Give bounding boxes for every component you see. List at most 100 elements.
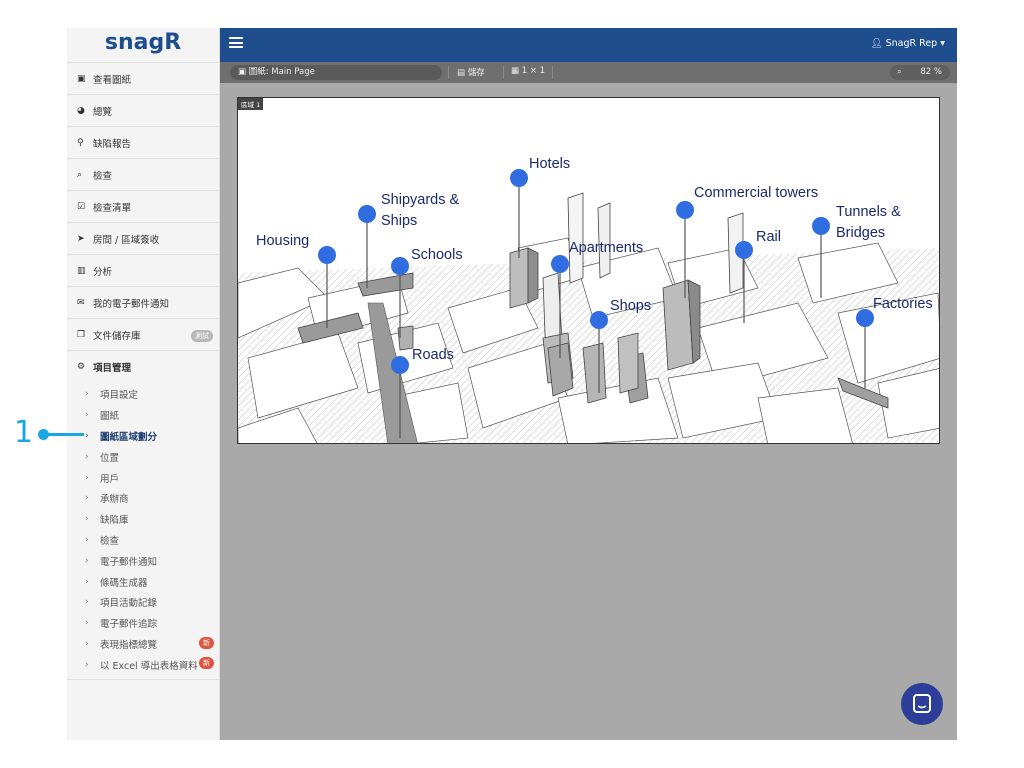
chevron-right-icon: ›	[85, 514, 89, 525]
sidebar-item-label: 查看圖紙	[93, 74, 132, 86]
submenu-item-9[interactable]: › 條碼生成器	[67, 571, 219, 592]
sidebar-item-label: 我的電子郵件通知	[93, 298, 170, 310]
cogs-icon: ⚙	[77, 361, 86, 372]
zone-label[interactable]: 區域 1	[238, 98, 264, 110]
sidebar-item-label: 總覽	[93, 106, 113, 118]
sidebar-item-8[interactable]: ❐ 文件儲存庫 測試	[67, 318, 219, 350]
sidebar: snagR ▣ 查看圖紙 ◕ 總覽 ⚲ 缺陷報告 ⌕ 檢查 ☑ 檢查清單 ➤ 房間 / 區域簽收 ▥ 分析…	[67, 28, 220, 740]
new-badge: 新	[199, 636, 214, 649]
save-label: 儲存	[467, 68, 485, 78]
submenu-item-3[interactable]: › 位置	[67, 446, 219, 467]
main-menu: ▣ 查看圖紙 ◕ 總覽 ⚲ 缺陷報告 ⌕ 檢查 ☑ 檢查清單 ➤ 房間 / 區域簽收 ▥ 分析 ✉ 我的電子郵…	[67, 62, 219, 350]
label-shops: Shops	[610, 298, 651, 314]
submenu-item-4[interactable]: › 用戶	[67, 467, 219, 488]
user-menu-dropdown[interactable]: 👤︎ SnagR Rep ▾	[871, 38, 945, 49]
label-hotels: Hotels	[529, 156, 570, 172]
chevron-right-icon: ›	[85, 597, 89, 608]
floppy-disk-icon: ▤	[457, 68, 468, 78]
sidebar-item-7[interactable]: ✉ 我的電子郵件通知	[67, 286, 219, 318]
chat-launcher-button[interactable]	[901, 683, 943, 725]
hamburger-menu-icon[interactable]	[229, 37, 243, 48]
sidebar-section-project-management[interactable]: ⚙ 項目管理	[67, 350, 219, 382]
submenu-item-7[interactable]: › 檢查	[67, 530, 219, 551]
submenu-item-label: 檢查	[100, 535, 120, 547]
sidebar-item-label: 房間 / 區域簽收	[93, 234, 160, 246]
chevron-right-icon: ›	[85, 618, 89, 629]
submenu-item-label: 缺陷庫	[100, 515, 129, 527]
copy-icon: ❐	[77, 329, 86, 340]
submenu-item-10[interactable]: › 項目活動記錄	[67, 592, 219, 613]
map-pin-icon: ⚲	[77, 137, 84, 148]
envelope-icon: ✉	[77, 297, 85, 308]
sidebar-bottom-divider	[67, 679, 220, 680]
submenu-item-1[interactable]: › 圖紙	[67, 405, 219, 426]
chevron-right-icon: ›	[85, 534, 89, 545]
sidebar-item-4[interactable]: ☑ 檢查清單	[67, 190, 219, 222]
grid-layout-button[interactable]: ▦ 1 × 1	[511, 66, 545, 76]
drawing-page-label: 圖紙: Main Page	[248, 67, 315, 77]
location-arrow-icon: ➤	[77, 233, 85, 244]
sidebar-item-label: 分析	[93, 266, 113, 278]
snagr-logo[interactable]: snagR	[67, 28, 219, 62]
drawing-canvas[interactable]: Hotels Shipyards & Ships Housing Schools…	[237, 97, 940, 444]
drawing-toolbar: ▣ 圖紙: Main Page ▤ 儲存 ▦ 1 × 1 ⌕ 82 %	[220, 62, 957, 83]
callout-number: 1	[14, 415, 34, 450]
sidebar-section-label: 項目管理	[93, 362, 132, 374]
submenu-item-label: 位置	[100, 452, 120, 464]
top-navbar: 👤︎ SnagR Rep ▾	[220, 28, 957, 62]
submenu-item-0[interactable]: › 項目設定	[67, 384, 219, 405]
sidebar-item-5[interactable]: ➤ 房間 / 區域簽收	[67, 222, 219, 254]
sidebar-item-2[interactable]: ⚲ 缺陷報告	[67, 126, 219, 158]
toolbar-divider	[448, 66, 449, 79]
sidebar-item-1[interactable]: ◕ 總覽	[67, 94, 219, 126]
pin-hotels[interactable]	[510, 169, 528, 258]
sidebar-item-6[interactable]: ▥ 分析	[67, 254, 219, 286]
chevron-right-icon: ›	[85, 430, 89, 441]
submenu-item-label: 表現指標總覽	[100, 639, 158, 651]
submenu-item-label: 圖紙區域劃分	[100, 431, 158, 443]
submenu-item-label: 電子郵件追踪	[100, 619, 158, 631]
zoom-value: 82 %	[920, 67, 942, 77]
label-shipyards: Shipyards &	[381, 192, 460, 208]
chevron-right-icon: ›	[85, 555, 89, 566]
callout-dot	[38, 429, 49, 440]
new-badge: 新	[199, 657, 214, 670]
submenu-item-12[interactable]: › 表現指標總覽 新	[67, 634, 219, 655]
image-icon: ▣	[77, 73, 86, 84]
chevron-right-icon: ›	[85, 472, 89, 483]
toolbar-divider	[552, 66, 553, 79]
save-button[interactable]: ▤ 儲存	[457, 66, 485, 78]
grid-icon: ▦	[511, 66, 522, 76]
label-ships: Ships	[381, 213, 417, 229]
submenu-item-8[interactable]: › 電子郵件通知	[67, 550, 219, 571]
project-submenu: › 項目設定 › 圖紙 › 圖紙區域劃分 › 位置 › 用戶 › 承辦商 › 缺陷庫 › 檢查 › 電子郵件通知 ›…	[67, 382, 219, 675]
zoom-control[interactable]: ⌕ 82 %	[890, 65, 950, 80]
submenu-item-label: 項目設定	[100, 390, 139, 402]
label-housing: Housing	[256, 233, 309, 249]
submenu-item-label: 條碼生成器	[100, 577, 148, 589]
drawing-page-selector[interactable]: ▣ 圖紙: Main Page	[230, 65, 442, 80]
submenu-item-2[interactable]: › 圖紙區域劃分	[67, 426, 219, 447]
sidebar-item-3[interactable]: ⌕ 檢查	[67, 158, 219, 190]
submenu-item-5[interactable]: › 承辦商	[67, 488, 219, 509]
sidebar-item-0[interactable]: ▣ 查看圖紙	[67, 62, 219, 94]
submenu-item-label: 圖紙	[100, 411, 120, 423]
label-roads: Roads	[412, 347, 454, 363]
submenu-item-label: 以 Excel 導出表格資料	[100, 660, 198, 672]
submenu-item-13[interactable]: › 以 Excel 導出表格資料新	[67, 654, 219, 675]
submenu-item-6[interactable]: › 缺陷庫	[67, 509, 219, 530]
chevron-right-icon: ›	[85, 389, 89, 400]
submenu-item-label: 用戶	[100, 473, 120, 485]
chevron-right-icon: ›	[85, 659, 89, 670]
search-icon: ⌕	[77, 169, 83, 180]
submenu-item-11[interactable]: › 電子郵件追踪	[67, 613, 219, 634]
dashboard-icon: ◕	[77, 105, 85, 116]
label-apartments: Apartments	[569, 240, 643, 256]
chevron-right-icon: ›	[85, 493, 89, 504]
label-commercial: Commercial towers	[694, 185, 818, 201]
grid-layout-label: 1 × 1	[521, 66, 546, 76]
beta-badge: 測試	[191, 330, 213, 342]
drawing-workspace[interactable]: Hotels Shipyards & Ships Housing Schools…	[220, 83, 957, 740]
user-icon: 👤︎	[870, 38, 886, 49]
sidebar-item-label: 檢查清單	[93, 202, 132, 214]
